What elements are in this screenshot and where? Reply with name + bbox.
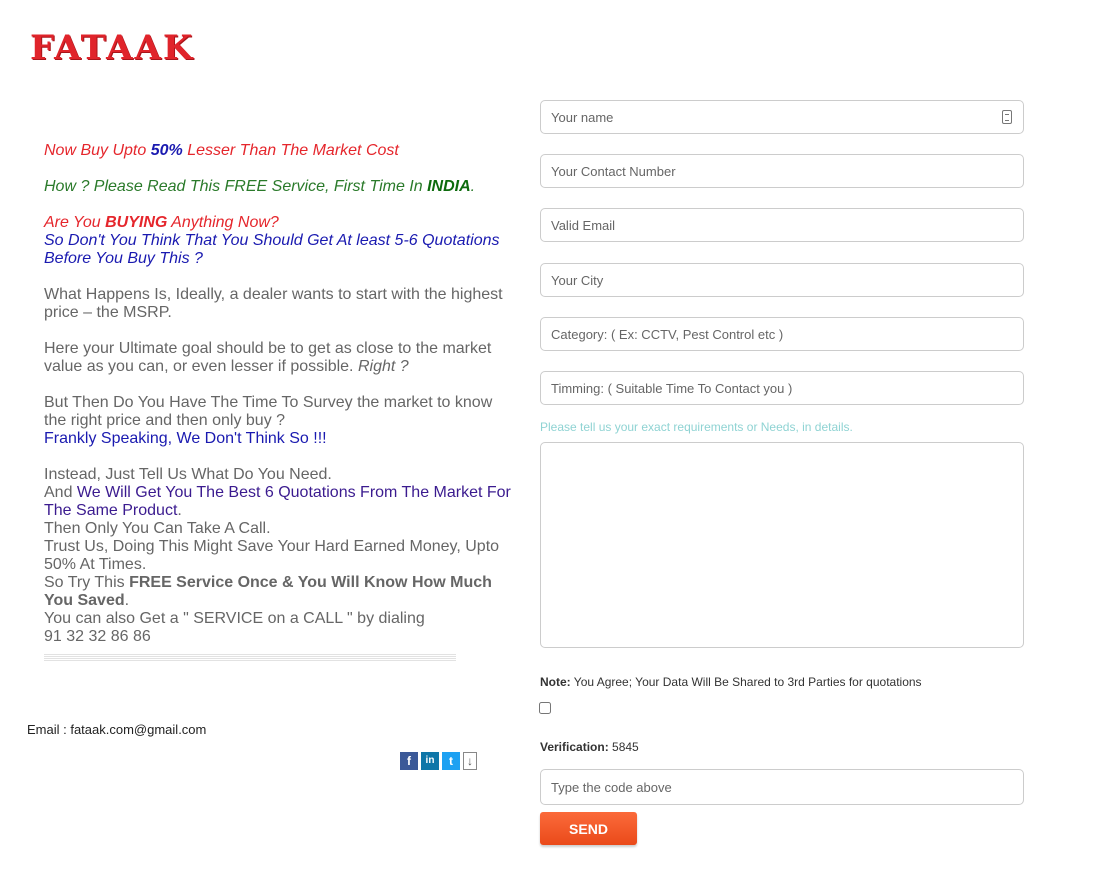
pitch-para-3b: Frankly Speaking, We Don't Think So !!! <box>44 430 327 447</box>
linkedin-icon[interactable]: in <box>421 752 439 770</box>
pitch-line-2b: INDIA <box>427 178 471 195</box>
pitch-line-3: Are You BUYING Anything Now? So Don't Yo… <box>44 214 514 268</box>
consent-checkbox[interactable] <box>539 702 551 714</box>
pitch-para-4c: We Will Get You The Best 6 Quotations Fr… <box>44 484 511 519</box>
send-button[interactable]: SEND <box>540 812 637 845</box>
pitch-para-1: What Happens Is, Ideally, a dealer wants… <box>44 286 503 321</box>
pitch-para-4i: . <box>124 592 130 609</box>
phone-number: 91 32 32 86 86 <box>44 628 151 645</box>
pitch-para-4: Instead, Just Tell Us What Do You Need. … <box>44 466 514 646</box>
verification-code-input[interactable] <box>540 769 1024 805</box>
pitch-line-2c: . <box>470 178 476 195</box>
pitch-line-1: Now Buy Upto 50% Lesser Than The Market … <box>44 142 514 160</box>
note-label: Note: <box>540 675 571 689</box>
pitch-line-4: So Don't You Think That You Should Get A… <box>44 232 500 267</box>
twitter-icon[interactable]: t <box>442 752 460 770</box>
pitch-para-4e: Then Only You Can Take A Call. <box>44 520 271 537</box>
pitch-line-3a: Are You <box>44 214 106 231</box>
facebook-icon[interactable]: f <box>400 752 418 770</box>
contact-card-icon <box>1002 110 1012 124</box>
category-input[interactable] <box>540 317 1024 351</box>
verification-code: 5845 <box>608 740 639 754</box>
social-links: f in t ↓ <box>400 752 477 770</box>
email-input[interactable] <box>540 208 1024 242</box>
pitch-line-1b: 50% <box>150 142 183 159</box>
pitch-para-2: Here your Ultimate goal should be to get… <box>44 340 514 376</box>
pitch-para-4a: Instead, Just Tell Us What Do You Need. <box>44 466 332 483</box>
pitch-line-2a: How ? Please Read This FREE Service, Fir… <box>44 178 428 195</box>
pitch-text: Now Buy Upto 50% Lesser Than The Market … <box>44 142 514 664</box>
consent-note: Note: You Agree; Your Data Will Be Share… <box>540 675 922 689</box>
pitch-para-3: But Then Do You Have The Time To Survey … <box>44 394 514 448</box>
pitch-para-4d: . <box>177 502 182 519</box>
pitch-line-2: How ? Please Read This FREE Service, Fir… <box>44 178 514 196</box>
verification-label: Verification: <box>540 740 609 754</box>
note-text: You Agree; Your Data Will Be Shared to 3… <box>570 675 922 689</box>
contact-email: Email : fataak.com@gmail.com <box>27 722 207 737</box>
brand-logo[interactable]: FATAAK <box>30 28 194 68</box>
download-icon[interactable]: ↓ <box>463 752 477 770</box>
city-input[interactable] <box>540 263 1024 297</box>
pitch-line-3c: Anything Now? <box>167 214 279 231</box>
pitch-para-2a: Here your Ultimate goal should be to get… <box>44 340 492 375</box>
pitch-para-2b: Right ? <box>357 358 409 375</box>
pitch-line-1a: Now Buy Upto <box>44 142 151 159</box>
pitch-para-4f: Trust Us, Doing This Might Save Your Har… <box>44 538 500 573</box>
contact-number-input[interactable] <box>540 154 1024 188</box>
pitch-line-3b: BUYING <box>105 214 168 231</box>
pitch-para-4b: And <box>44 484 77 501</box>
divider <box>44 654 456 662</box>
pitch-para-4g: So Try This <box>44 574 130 591</box>
pitch-para-3a: But Then Do You Have The Time To Survey … <box>44 394 493 429</box>
requirements-textarea[interactable] <box>540 442 1024 648</box>
pitch-para-4j: You can also Get a " SERVICE on a CALL "… <box>44 610 425 627</box>
timing-input[interactable] <box>540 371 1024 405</box>
verification: Verification: 5845 <box>540 740 639 754</box>
pitch-line-1c: Lesser Than The Market Cost <box>182 142 399 159</box>
name-input[interactable] <box>540 100 1024 134</box>
requirements-hint: Please tell us your exact requirements o… <box>540 420 853 434</box>
